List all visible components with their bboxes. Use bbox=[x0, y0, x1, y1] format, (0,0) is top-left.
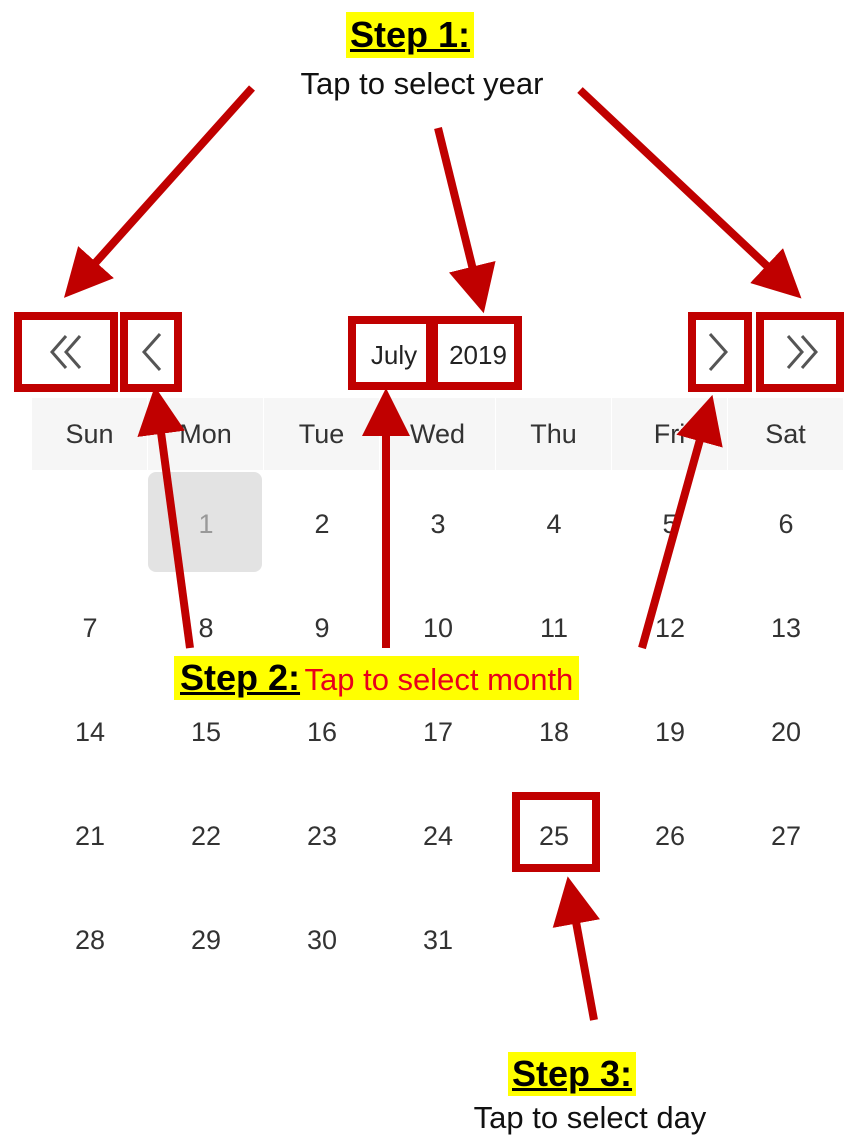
day-23[interactable]: 23 bbox=[264, 784, 380, 888]
day-highlight-box bbox=[512, 792, 600, 872]
day-20[interactable]: 20 bbox=[728, 680, 844, 784]
day-12[interactable]: 12 bbox=[612, 576, 728, 680]
prev-month-highlight-box bbox=[120, 312, 182, 392]
step1-title: Step 1: bbox=[346, 12, 475, 58]
weekday-sat: Sat bbox=[728, 398, 844, 470]
day-1[interactable]: 1 bbox=[148, 472, 264, 576]
weekday-tue: Tue bbox=[264, 398, 380, 470]
day-14[interactable]: 14 bbox=[32, 680, 148, 784]
day-31[interactable]: 31 bbox=[380, 888, 496, 992]
day-3[interactable]: 3 bbox=[380, 472, 496, 576]
step2-title: Step 2: bbox=[180, 657, 301, 698]
prev-year-highlight-box bbox=[14, 312, 118, 392]
day-29[interactable]: 29 bbox=[148, 888, 264, 992]
weekday-fri: Fri bbox=[612, 398, 728, 470]
arrow-to-day bbox=[552, 876, 600, 1021]
weekday-mon: Mon bbox=[148, 398, 264, 470]
step3-instruction: Tap to select day bbox=[473, 1100, 707, 1135]
day-30[interactable]: 30 bbox=[264, 888, 380, 992]
day-24[interactable]: 24 bbox=[380, 784, 496, 888]
arrow-to-next-year bbox=[577, 87, 802, 299]
year-highlight-box bbox=[430, 316, 522, 390]
weekday-wed: Wed bbox=[380, 398, 496, 470]
day-28[interactable]: 28 bbox=[32, 888, 148, 992]
step2-label: Step 2: Tap to select month bbox=[174, 656, 580, 700]
step1-instruction: Tap to select year bbox=[300, 66, 544, 101]
day-13[interactable]: 13 bbox=[728, 576, 844, 680]
day-4[interactable]: 4 bbox=[496, 472, 612, 576]
day-22[interactable]: 22 bbox=[148, 784, 264, 888]
step2-instruction: Tap to select month bbox=[304, 662, 574, 697]
day-7[interactable]: 7 bbox=[32, 576, 148, 680]
arrow-to-prev-year bbox=[63, 85, 255, 298]
weekday-thu: Thu bbox=[496, 398, 612, 470]
arrow-to-year bbox=[434, 127, 496, 314]
weekday-header: Sun Mon Tue Wed Thu Fri Sat bbox=[32, 398, 844, 470]
step3-title: Step 3: bbox=[508, 1052, 637, 1096]
day-19[interactable]: 19 bbox=[612, 680, 728, 784]
day-27[interactable]: 27 bbox=[728, 784, 844, 888]
next-month-highlight-box bbox=[688, 312, 752, 392]
day-5[interactable]: 5 bbox=[612, 472, 728, 576]
day-2[interactable]: 2 bbox=[264, 472, 380, 576]
next-year-highlight-box bbox=[756, 312, 844, 392]
day-21[interactable]: 21 bbox=[32, 784, 148, 888]
day-26[interactable]: 26 bbox=[612, 784, 728, 888]
day-6[interactable]: 6 bbox=[728, 472, 844, 576]
weekday-sun: Sun bbox=[32, 398, 148, 470]
month-highlight-box bbox=[348, 316, 434, 390]
